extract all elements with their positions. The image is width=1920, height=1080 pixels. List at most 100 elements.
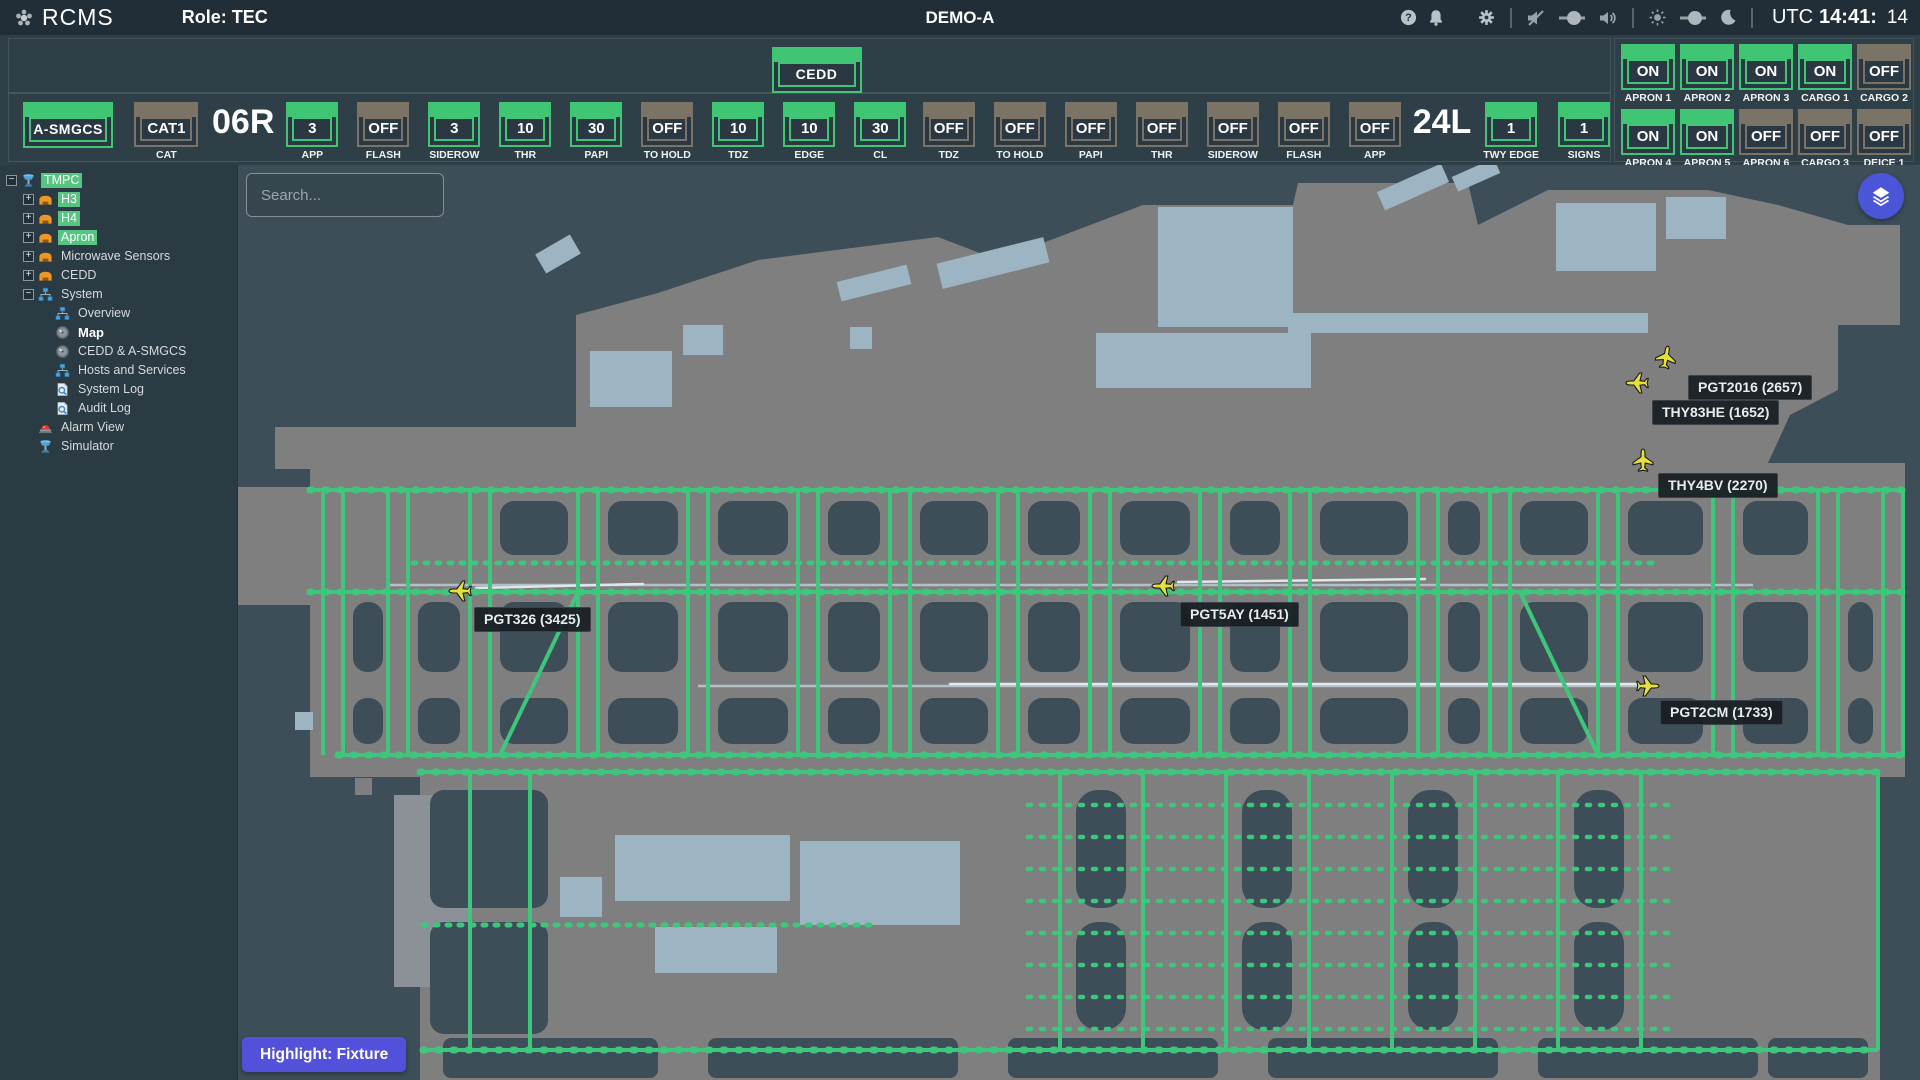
sidebar-item-h4[interactable]: +H4 xyxy=(0,209,237,228)
highlight-fixture-button[interactable]: Highlight: Fixture xyxy=(242,1037,406,1072)
control-24l-papi[interactable]: OFFPAPI xyxy=(1065,102,1117,161)
control-twy-signs[interactable]: 1SIGNS xyxy=(1558,102,1610,161)
control-06r-flash[interactable]: OFFFLASH xyxy=(357,102,409,161)
aircraft-icon[interactable] xyxy=(1651,342,1681,372)
expand-toggle[interactable]: + xyxy=(23,232,34,243)
toggle-button[interactable]: ON xyxy=(1739,44,1793,90)
toggle-button[interactable]: 30 xyxy=(570,102,622,147)
toggle-button[interactable]: OFF xyxy=(1207,102,1259,147)
expand-toggle[interactable]: + xyxy=(23,213,34,224)
area-toggle-apron-2[interactable]: ONAPRON 2 xyxy=(1680,44,1734,104)
expand-toggle[interactable]: + xyxy=(23,251,34,262)
toggle-button[interactable]: OFF xyxy=(1857,44,1911,90)
aircraft-label[interactable]: PGT5AY (1451) xyxy=(1180,602,1299,627)
toggle-button[interactable]: 10 xyxy=(712,102,764,147)
toggle-button[interactable]: 30 xyxy=(854,102,906,147)
toggle-button[interactable]: OFF xyxy=(641,102,693,147)
sidebar-item-system[interactable]: −System xyxy=(0,285,237,304)
toggle-button[interactable]: 1 xyxy=(1558,102,1610,147)
sidebar-item-simulator[interactable]: Simulator xyxy=(0,437,237,456)
cat-toggle-button[interactable]: CAT1 xyxy=(134,102,198,147)
sidebar-item-system-log[interactable]: System Log xyxy=(0,380,237,399)
control-06r-edge[interactable]: 10EDGE xyxy=(783,102,835,161)
aircraft-icon[interactable] xyxy=(1624,370,1650,396)
area-toggle-cargo-1[interactable]: ONCARGO 1 xyxy=(1798,44,1852,104)
area-toggle-deice-1[interactable]: OFFDEICE 1 xyxy=(1857,109,1911,169)
control-24l-to-hold[interactable]: OFFTO HOLD xyxy=(994,102,1046,161)
toggle-button[interactable]: OFF xyxy=(1065,102,1117,147)
collapse-toggle[interactable]: − xyxy=(6,175,17,186)
sidebar-item-map[interactable]: Map xyxy=(0,323,237,342)
toggle-button[interactable]: OFF xyxy=(1278,102,1330,147)
area-toggle-apron-4[interactable]: ONAPRON 4 xyxy=(1621,109,1675,169)
control-24l-siderow[interactable]: OFFSIDEROW xyxy=(1207,102,1259,161)
aircraft-icon[interactable] xyxy=(1635,673,1661,699)
sidebar-item-tmpc[interactable]: −TMPC xyxy=(0,171,237,190)
toggle-button[interactable]: 3 xyxy=(286,102,338,147)
control-06r-app[interactable]: 3APP xyxy=(286,102,338,161)
aircraft-label[interactable]: PGT2CM (1733) xyxy=(1660,700,1783,725)
toggle-button[interactable]: ON xyxy=(1621,109,1675,155)
sidebar-item-overview[interactable]: Overview xyxy=(0,304,237,323)
toggle-button[interactable]: 3 xyxy=(428,102,480,147)
asmgcs-toggle-button[interactable]: A-SMGCS xyxy=(23,102,113,148)
sidebar-item-cedd[interactable]: +CEDD xyxy=(0,266,237,285)
aircraft-label[interactable]: PGT2016 (2657) xyxy=(1688,375,1812,400)
toggle-button[interactable]: 1 xyxy=(1485,102,1537,147)
search-input[interactable] xyxy=(246,173,444,217)
toggle-button[interactable]: OFF xyxy=(357,102,409,147)
area-toggle-apron-3[interactable]: ONAPRON 3 xyxy=(1739,44,1793,104)
control-24l-tdz[interactable]: OFFTDZ xyxy=(923,102,975,161)
cedd-toggle-button[interactable]: CEDD xyxy=(772,47,862,93)
control-06r-thr[interactable]: 10THR xyxy=(499,102,551,161)
airport-map[interactable]: PGT2016 (2657)THY83HE (1652) THY4BV (2270… xyxy=(238,165,1920,1080)
expand-toggle[interactable]: + xyxy=(23,194,34,205)
control-twy-twy-edge[interactable]: 1TWY EDGE xyxy=(1483,102,1539,161)
control-06r-to-hold[interactable]: OFFTO HOLD xyxy=(641,102,693,161)
help-icon[interactable]: ? xyxy=(1400,9,1417,26)
toggle-button[interactable]: ON xyxy=(1621,44,1675,90)
control-24l-flash[interactable]: OFFFLASH xyxy=(1278,102,1330,161)
theme-toggle[interactable] xyxy=(1677,10,1709,26)
sidebar-item-apron[interactable]: +Apron xyxy=(0,228,237,247)
cat-control[interactable]: CAT1 CAT xyxy=(134,102,198,161)
toggle-button[interactable]: OFF xyxy=(923,102,975,147)
area-toggle-apron-6[interactable]: OFFAPRON 6 xyxy=(1739,109,1793,169)
sidebar-item-audit-log[interactable]: Audit Log xyxy=(0,399,237,418)
toggle-button[interactable]: OFF xyxy=(1798,109,1852,155)
area-toggle-apron-1[interactable]: ONAPRON 1 xyxy=(1621,44,1675,104)
toggle-button[interactable]: ON xyxy=(1680,109,1734,155)
collapse-toggle[interactable]: − xyxy=(23,289,34,300)
control-06r-tdz[interactable]: 10TDZ xyxy=(712,102,764,161)
toggle-button[interactable]: OFF xyxy=(1739,109,1793,155)
sidebar-item-microwave-sensors[interactable]: +Microwave Sensors xyxy=(0,247,237,266)
gear-icon[interactable] xyxy=(1478,9,1495,26)
control-06r-cl[interactable]: 30CL xyxy=(854,102,906,161)
toggle-button[interactable]: 10 xyxy=(783,102,835,147)
toggle-button[interactable]: 10 xyxy=(499,102,551,147)
area-toggle-cargo-3[interactable]: OFFCARGO 3 xyxy=(1798,109,1852,169)
control-06r-papi[interactable]: 30PAPI xyxy=(570,102,622,161)
area-toggle-apron-5[interactable]: ONAPRON 5 xyxy=(1680,109,1734,169)
aircraft-label[interactable]: THY4BV (2270) xyxy=(1658,473,1778,498)
aircraft-label[interactable]: THY83HE (1652) xyxy=(1652,400,1779,425)
aircraft-icon[interactable] xyxy=(1630,447,1656,473)
bell-icon[interactable] xyxy=(1428,9,1444,26)
sidebar-item-cedd-a-smgcs[interactable]: CEDD & A-SMGCS xyxy=(0,342,237,361)
asmgcs-control[interactable]: A-SMGCS xyxy=(23,102,113,148)
toggle-button[interactable]: OFF xyxy=(1349,102,1401,147)
control-06r-siderow[interactable]: 3SIDEROW xyxy=(428,102,480,161)
area-toggle-cargo-2[interactable]: OFFCARGO 2 xyxy=(1857,44,1911,104)
layers-button[interactable] xyxy=(1858,173,1904,219)
aircraft-icon[interactable] xyxy=(447,578,473,604)
control-24l-thr[interactable]: OFFTHR xyxy=(1136,102,1188,161)
aircraft-icon[interactable] xyxy=(1150,573,1176,599)
cedd-control[interactable]: CEDD xyxy=(23,47,1610,93)
toggle-button[interactable]: ON xyxy=(1680,44,1734,90)
control-24l-app[interactable]: OFFAPP xyxy=(1349,102,1401,161)
toggle-button[interactable]: ON xyxy=(1798,44,1852,90)
sidebar-item-hosts-and-services[interactable]: Hosts and Services xyxy=(0,361,237,380)
toggle-button[interactable]: OFF xyxy=(994,102,1046,147)
sidebar-item-alarm-view[interactable]: Alarm View xyxy=(0,418,237,437)
aircraft-label[interactable]: PGT326 (3425) xyxy=(474,607,591,632)
